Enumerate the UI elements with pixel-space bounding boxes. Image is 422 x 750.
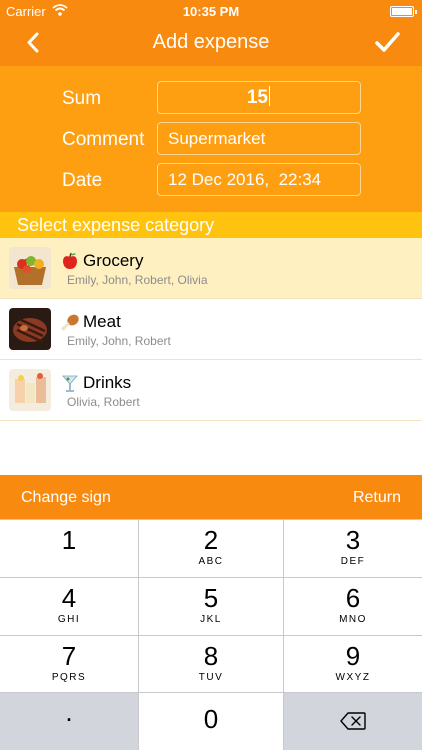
key-digit: 5 bbox=[203, 583, 219, 613]
key-4[interactable]: 4 GHI bbox=[0, 578, 138, 635]
key-6[interactable]: 6 MNO bbox=[284, 578, 422, 635]
expense-form: Sum 15 Comment Supermarket Date 12 Dec 2… bbox=[0, 66, 422, 212]
comment-input[interactable]: Supermarket bbox=[157, 122, 361, 155]
key-digit: 7 bbox=[61, 641, 77, 671]
status-bar: Carrier 10:35 PM bbox=[0, 0, 422, 22]
keypad-accessory-bar: Change sign Return bbox=[0, 475, 422, 519]
key-letters: DEF bbox=[340, 556, 366, 567]
key-digit: 0 bbox=[203, 704, 219, 734]
sum-value: 15 bbox=[246, 87, 268, 108]
sum-label: Sum bbox=[62, 88, 102, 109]
key-9[interactable]: 9 WXYZ bbox=[284, 636, 422, 692]
key-2[interactable]: 2 ABC bbox=[139, 520, 283, 577]
checkmark-icon[interactable] bbox=[372, 28, 404, 58]
category-name: Drinks bbox=[83, 373, 132, 392]
key-letters: PQRS bbox=[51, 672, 87, 683]
apple-icon bbox=[60, 251, 82, 273]
key-3[interactable]: 3 DEF bbox=[284, 520, 422, 577]
date-label: Date bbox=[62, 170, 103, 191]
numeric-keypad: 1 2 ABC 3 DEF 4 GHI 5 JKL 6 MNO 7 PQRS 8 TUV 9W… bbox=[0, 519, 422, 750]
key-digit: . bbox=[65, 697, 73, 727]
key-letters: JKL bbox=[200, 614, 222, 625]
delete-key[interactable] bbox=[284, 693, 422, 750]
category-members: Emily, John, Robert, Olivia bbox=[67, 273, 208, 287]
key-letters: TUV bbox=[198, 672, 224, 683]
change-sign-button[interactable]: Change sign bbox=[21, 489, 111, 507]
category-name: Grocery bbox=[83, 251, 144, 270]
battery-icon bbox=[390, 6, 417, 17]
text-caret bbox=[269, 86, 270, 106]
category-name: Meat bbox=[83, 312, 121, 331]
category-row-grocery[interactable]: Grocery Emily, John, Robert, Olivia bbox=[0, 238, 422, 299]
key-digit: 8 bbox=[203, 641, 219, 671]
key-digit: 6 bbox=[345, 583, 361, 613]
navigation-bar: Add expense bbox=[0, 22, 422, 66]
grocery-basket-image bbox=[9, 247, 51, 289]
key-letters: WXYZ bbox=[335, 672, 371, 683]
page-title: Add expense bbox=[152, 31, 270, 53]
sum-input[interactable]: 15 bbox=[157, 81, 361, 114]
key-decimal[interactable]: . bbox=[0, 693, 138, 750]
category-row-drinks[interactable]: Drinks Olivia, Robert bbox=[0, 360, 422, 421]
key-digit: 9 bbox=[345, 641, 361, 671]
key-1[interactable]: 1 bbox=[0, 520, 138, 577]
drinks-glasses-image bbox=[9, 369, 51, 411]
clock: 10:35 PM bbox=[182, 4, 240, 19]
comment-label: Comment bbox=[62, 129, 145, 150]
meat-steak-image bbox=[9, 308, 51, 350]
key-digit: 1 bbox=[61, 525, 77, 555]
drumstick-icon bbox=[60, 312, 82, 334]
key-letters: ABC bbox=[198, 556, 224, 567]
key-letters: GHI bbox=[57, 614, 81, 625]
category-members: Olivia, Robert bbox=[67, 395, 140, 409]
key-8[interactable]: 8 TUV bbox=[139, 636, 283, 692]
return-button[interactable]: Return bbox=[353, 489, 401, 507]
key-0[interactable]: 0 bbox=[139, 693, 283, 750]
key-digit: 3 bbox=[345, 525, 361, 555]
backspace-icon bbox=[340, 712, 366, 735]
key-5[interactable]: 5 JKL bbox=[139, 578, 283, 635]
category-section-header: Select expense category bbox=[0, 212, 422, 238]
key-digit: 4 bbox=[61, 583, 77, 613]
cocktail-icon bbox=[60, 373, 82, 395]
category-members: Emily, John, Robert bbox=[67, 334, 171, 348]
key-letters: MNO bbox=[339, 614, 367, 625]
key-digit: 2 bbox=[203, 525, 219, 555]
key-7[interactable]: 7 PQRS bbox=[0, 636, 138, 692]
date-input[interactable]: 12 Dec 2016, 22:34 bbox=[157, 163, 361, 196]
category-row-meat[interactable]: Meat Emily, John, Robert bbox=[0, 299, 422, 360]
